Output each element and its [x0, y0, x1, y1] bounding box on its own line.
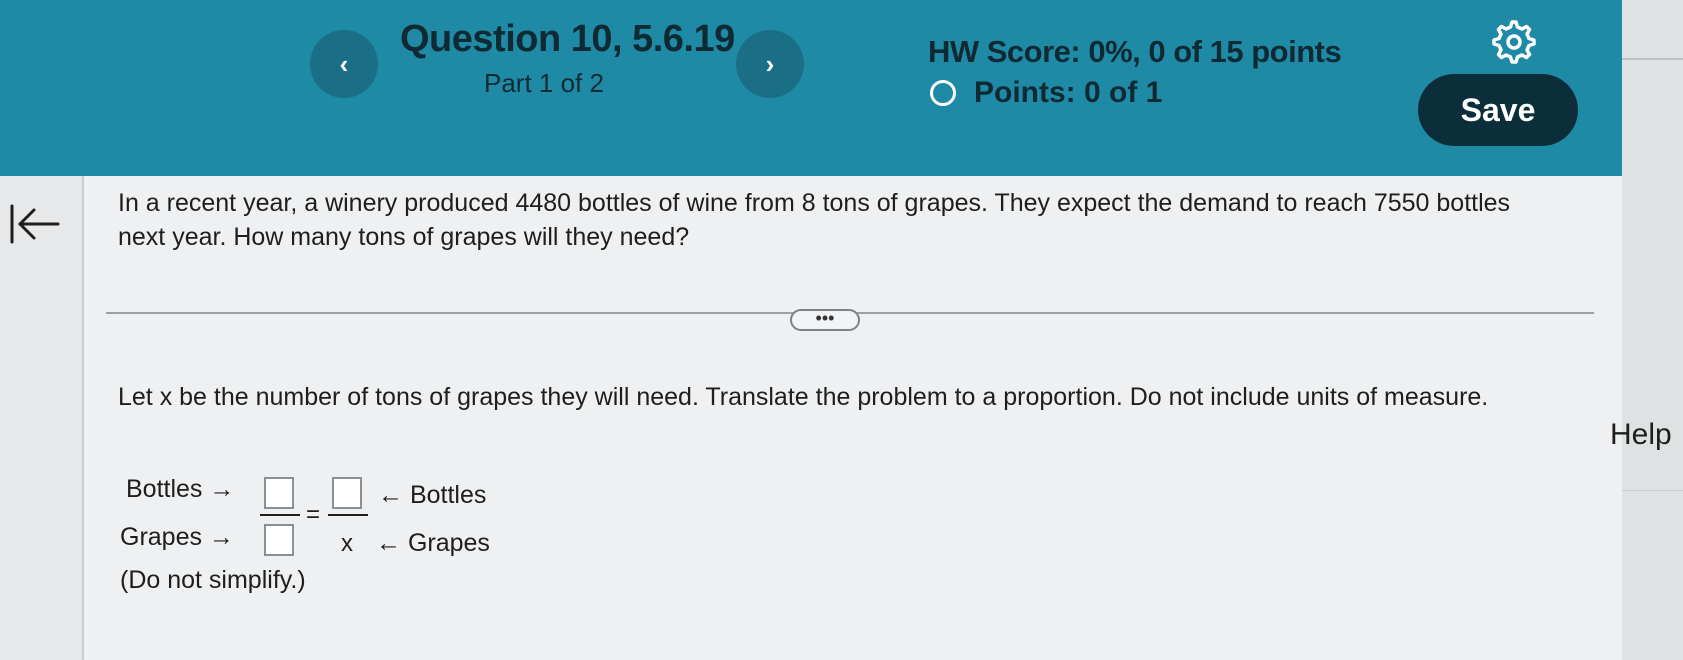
points-row: Points: 0 of 1: [930, 76, 1162, 110]
help-link[interactable]: Help: [1610, 418, 1672, 452]
points-text: Points: 0 of 1: [974, 76, 1163, 109]
show-more-button[interactable]: •••: [790, 309, 860, 331]
equals-sign: =: [306, 501, 321, 528]
right-numerator-input[interactable]: [332, 477, 362, 509]
question-header: ‹ Question 10, 5.6.19 Part 1 of 2 › HW S…: [0, 0, 1622, 176]
chevron-left-icon: ‹: [339, 48, 349, 79]
collapse-left-icon[interactable]: [8, 202, 62, 246]
left-top-label: Bottles →: [126, 475, 235, 503]
left-fraction-bar: [260, 514, 300, 516]
x-variable: x: [341, 530, 353, 557]
left-panel: [0, 176, 84, 660]
right-strip: [1622, 0, 1683, 660]
left-numerator-input[interactable]: [264, 477, 294, 509]
right-fraction-bar: [328, 514, 368, 516]
right-bottom-label: ← Grapes: [376, 529, 490, 557]
strip-divider: [1622, 490, 1683, 491]
strip-divider: [1622, 58, 1683, 60]
left-denominator-input[interactable]: [264, 524, 294, 556]
question-part: Part 1 of 2: [484, 68, 604, 98]
question-title: Question 10, 5.6.19: [400, 18, 735, 60]
gear-icon[interactable]: [1490, 18, 1538, 66]
save-button[interactable]: Save: [1418, 74, 1578, 146]
instructions-text: Let x be the number of tons of grapes th…: [118, 383, 1489, 411]
simplify-note: (Do not simplify.): [120, 566, 306, 594]
problem-text: In a recent year, a winery produced 4480…: [118, 189, 1511, 251]
previous-question-button[interactable]: ‹: [310, 30, 378, 98]
right-top-label: ← Bottles: [378, 481, 487, 509]
radio-circle-icon: [930, 80, 956, 106]
left-bottom-label: Grapes →: [120, 523, 234, 551]
hw-score: HW Score: 0%, 0 of 15 points: [928, 34, 1342, 69]
next-question-button[interactable]: ›: [736, 30, 804, 98]
chevron-right-icon: ›: [765, 48, 775, 79]
